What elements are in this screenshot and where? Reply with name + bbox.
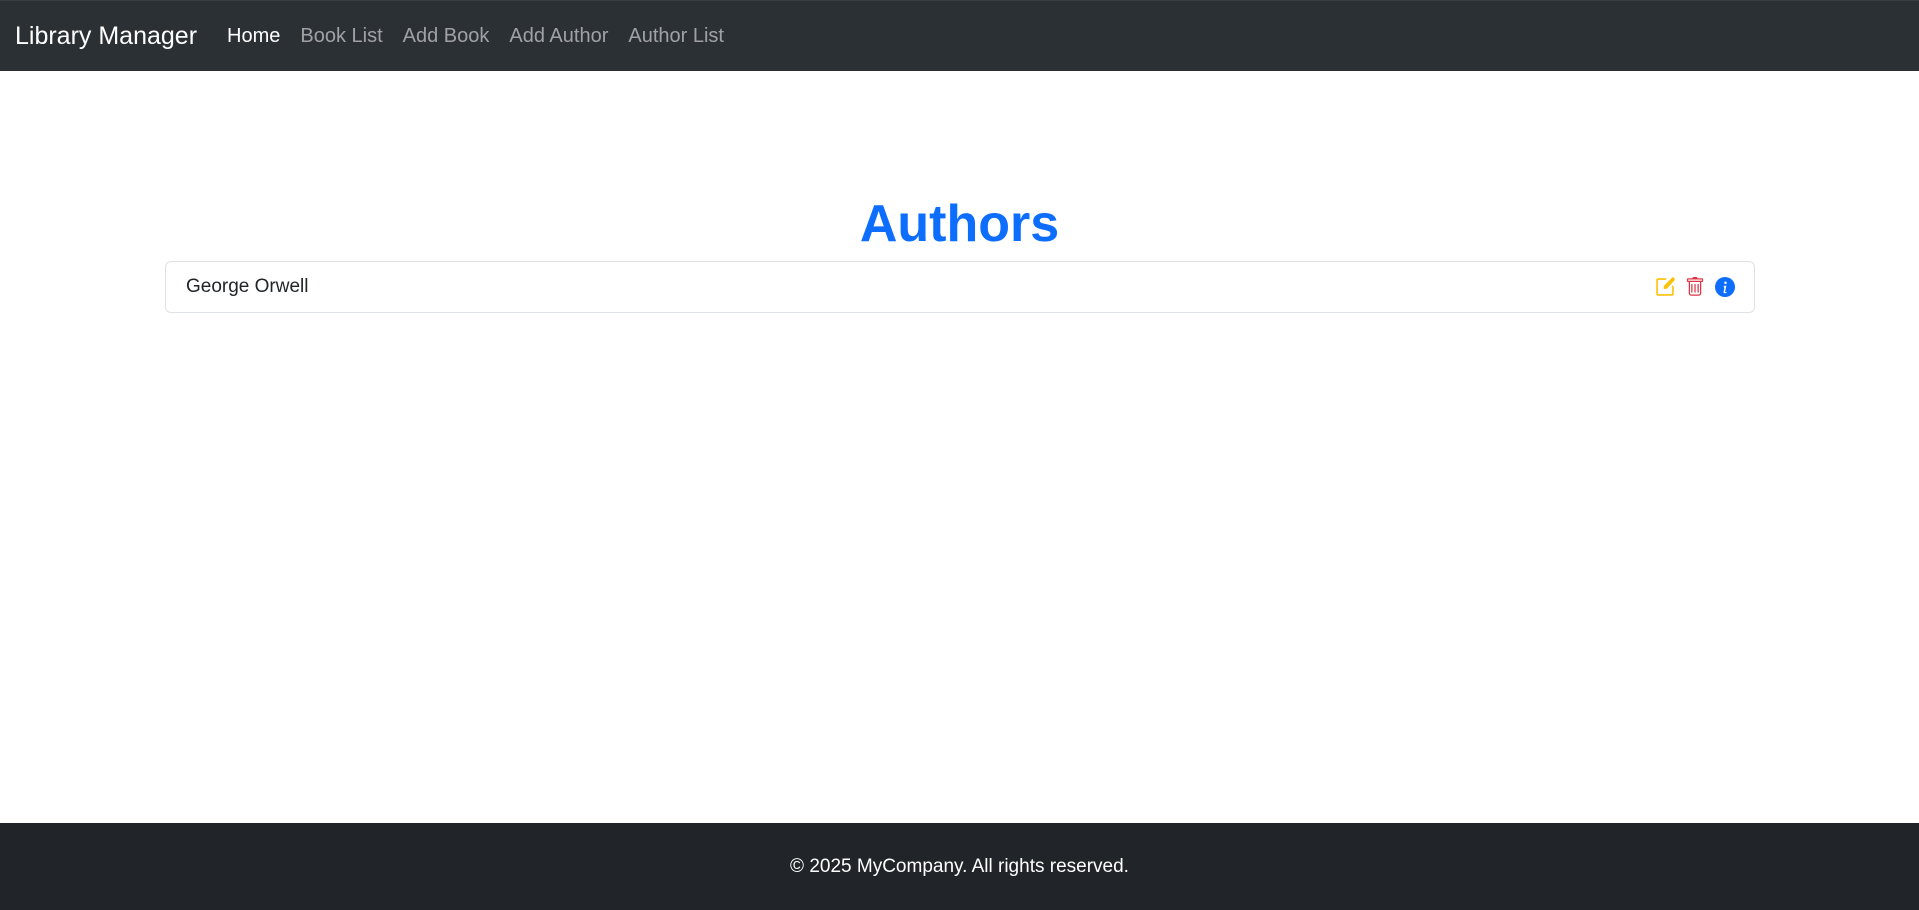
info-icon[interactable] xyxy=(1715,277,1735,297)
nav-link-home[interactable]: Home xyxy=(227,25,280,48)
nav-links: Home Book List Add Book Add Author Autho… xyxy=(227,25,744,48)
page-title: Authors xyxy=(859,195,1060,253)
nav-link-add-book[interactable]: Add Book xyxy=(403,25,490,48)
list-item: George Orwell xyxy=(165,261,1755,313)
trash-icon[interactable] xyxy=(1685,277,1705,297)
author-actions xyxy=(1655,277,1735,297)
nav-link-author-list[interactable]: Author List xyxy=(628,25,724,48)
brand-link[interactable]: Library Manager xyxy=(15,22,197,51)
author-list: George Orwell xyxy=(165,261,1755,313)
edit-icon[interactable] xyxy=(1655,277,1675,297)
top-navbar: Library Manager Home Book List Add Book … xyxy=(0,0,1919,71)
nav-link-book-list[interactable]: Book List xyxy=(300,25,382,48)
footer-copyright: © 2025 MyCompany. All rights reserved. xyxy=(790,855,1129,877)
nav-link-add-author[interactable]: Add Author xyxy=(509,25,608,48)
page-footer: © 2025 MyCompany. All rights reserved. xyxy=(0,823,1919,910)
author-name: George Orwell xyxy=(186,276,309,297)
